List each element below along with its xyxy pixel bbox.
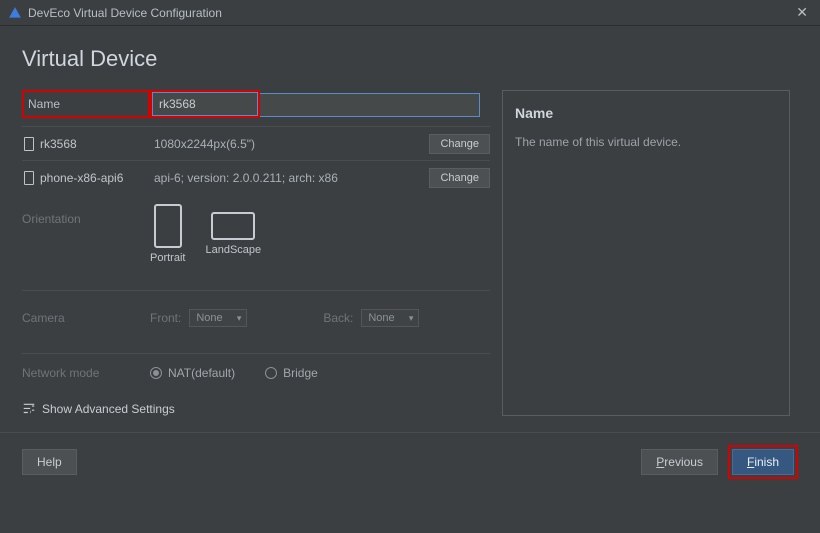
name-label: Name [22, 90, 150, 118]
info-title: Name [515, 105, 777, 121]
info-description: The name of this virtual device. [515, 135, 777, 149]
change-device-button[interactable]: Change [429, 168, 490, 188]
radio-icon [150, 367, 162, 379]
landscape-label: LandScape [205, 244, 261, 256]
app-logo-icon [8, 6, 22, 20]
phone-icon [24, 171, 34, 185]
radio-icon [265, 367, 277, 379]
show-advanced-toggle[interactable]: Show Advanced Settings [22, 396, 490, 422]
window-title: DevEco Virtual Device Configuration [28, 6, 222, 20]
help-button[interactable]: Help [22, 449, 77, 475]
content-area: Virtual Device Name rk3568 1080x2244px(6… [0, 26, 820, 422]
camera-front-label: Front: [150, 311, 181, 325]
footer: Help Previous Finish [0, 433, 820, 491]
camera-front-select[interactable]: None [189, 309, 247, 327]
network-label: Network mode [22, 366, 150, 380]
finish-button[interactable]: Finish [732, 449, 794, 475]
camera-label: Camera [22, 311, 150, 325]
titlebar: DevEco Virtual Device Configuration ✕ [0, 0, 820, 26]
name-input[interactable] [152, 92, 258, 116]
page-title: Virtual Device [22, 46, 798, 72]
portrait-icon [154, 204, 182, 248]
name-input-extension[interactable] [260, 93, 480, 117]
info-panel: Name The name of this virtual device. [502, 90, 790, 416]
close-icon[interactable]: ✕ [792, 4, 812, 21]
phone-icon [24, 137, 34, 151]
previous-button[interactable]: Previous [641, 449, 718, 475]
change-device-button[interactable]: Change [429, 134, 490, 154]
divider [22, 353, 490, 354]
show-advanced-label: Show Advanced Settings [42, 402, 175, 416]
camera-back-label: Back: [323, 311, 353, 325]
name-row: Name [22, 90, 490, 118]
device-row: phone-x86-api6 api-6; version: 2.0.0.211… [22, 160, 490, 194]
name-input-highlight [150, 90, 260, 118]
device-name: rk3568 [40, 137, 148, 151]
form-column: Name rk3568 1080x2244px(6.5") Change pho… [22, 90, 490, 422]
device-spec: api-6; version: 2.0.0.211; arch: x86 [154, 171, 423, 185]
portrait-label: Portrait [150, 252, 185, 264]
landscape-icon [211, 212, 255, 240]
orientation-portrait-button[interactable]: Portrait [150, 204, 185, 264]
settings-icon [22, 402, 36, 416]
orientation-label: Orientation [22, 204, 150, 264]
device-spec: 1080x2244px(6.5") [154, 137, 423, 151]
divider [22, 290, 490, 291]
finish-button-highlight: Finish [728, 445, 798, 479]
device-name: phone-x86-api6 [40, 171, 148, 185]
network-nat-radio[interactable]: NAT(default) [150, 366, 235, 380]
orientation-row: Orientation Portrait LandScape [22, 194, 490, 286]
network-bridge-radio[interactable]: Bridge [265, 366, 318, 380]
network-row: Network mode NAT(default) Bridge [22, 358, 490, 396]
camera-back-select[interactable]: None [361, 309, 419, 327]
camera-row: Camera Front: None Back: None [22, 295, 490, 349]
orientation-landscape-button[interactable]: LandScape [205, 204, 261, 264]
device-row: rk3568 1080x2244px(6.5") Change [22, 126, 490, 160]
